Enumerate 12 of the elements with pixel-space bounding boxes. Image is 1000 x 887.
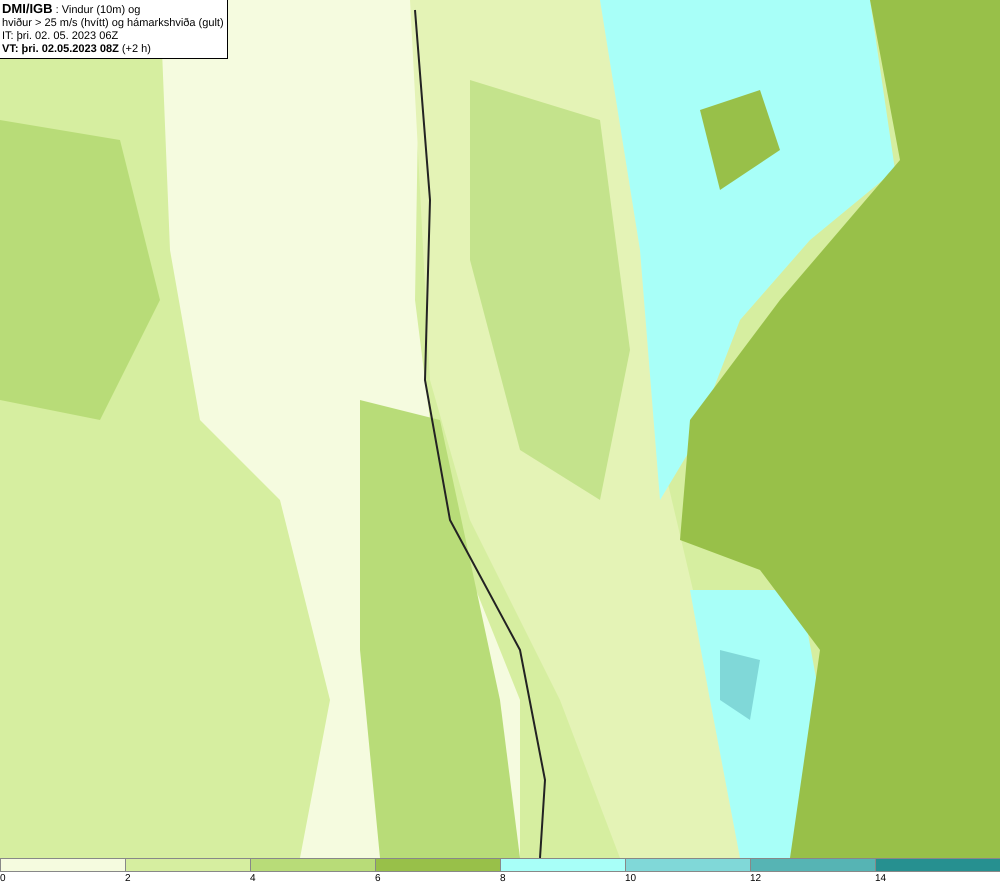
legend-tick: 14: [875, 872, 886, 886]
legend-tick: 0: [0, 872, 6, 886]
caption-line: DMI/IGB : Vindur (10m) og: [2, 2, 142, 17]
legend-tick: 8: [500, 872, 506, 886]
legend-tick: 2: [125, 872, 131, 886]
legend-tick: 12: [750, 872, 762, 886]
legend-tick: 10: [625, 872, 636, 886]
caption-line: IT: þri. 02. 05. 2023 06Z: [2, 30, 120, 43]
legend-tick: 6: [375, 872, 381, 886]
caption-line: VT: þri. 02.05.2023 08Z (+2 h): [2, 43, 152, 56]
caption-line: hviður > 25 m/s (hvítt) og hámarkshviða (gult): [2, 17, 224, 30]
legend-tick: 4: [250, 872, 256, 886]
